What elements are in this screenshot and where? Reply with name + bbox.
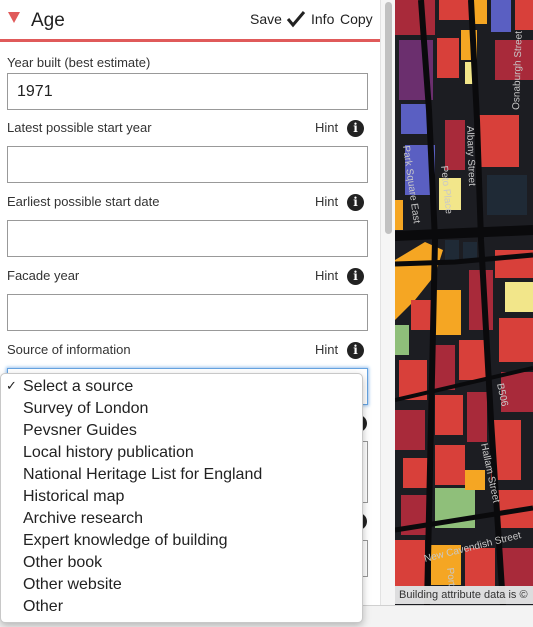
info-icon[interactable]: i <box>347 120 364 137</box>
latest-start-label: Latest possible start year <box>7 120 152 135</box>
dropdown-option[interactable]: Other website <box>23 576 122 594</box>
dropdown-option[interactable]: Expert knowledge of building <box>23 532 228 550</box>
earliest-start-input[interactable] <box>7 220 368 257</box>
map-attribution: Building attribute data is © <box>395 586 533 604</box>
year-built-label: Year built (best estimate) <box>7 55 151 70</box>
street-label: Osnaburgh Street <box>511 31 525 110</box>
street-label: Port <box>444 567 457 587</box>
info-icon[interactable]: i <box>347 268 364 285</box>
dropdown-option[interactable]: Pevsner Guides <box>23 422 137 440</box>
facade-year-hint[interactable]: Hint <box>315 268 338 283</box>
copy-button[interactable]: Copy <box>340 11 373 27</box>
source-dropdown-list[interactable]: ✓ Select a source Survey of London Pevsn… <box>0 373 363 623</box>
facade-year-label: Facade year <box>7 268 80 283</box>
map-canvas[interactable]: Albany Street Osnaburgh Street Park Squa… <box>395 0 533 605</box>
building-map[interactable]: Albany Street Osnaburgh Street Park Squa… <box>395 0 533 605</box>
panel-scrollbar[interactable] <box>380 0 395 627</box>
section-title: Age <box>31 10 65 31</box>
facade-year-input[interactable] <box>7 294 368 331</box>
info-button[interactable]: Info <box>311 11 334 27</box>
dropdown-option[interactable]: Local history publication <box>23 444 194 462</box>
latest-start-hint[interactable]: Hint <box>315 120 338 135</box>
dropdown-option[interactable]: National Heritage List for England <box>23 466 262 484</box>
latest-start-input[interactable] <box>7 146 368 183</box>
earliest-start-label: Earliest possible start date <box>7 194 160 209</box>
info-icon[interactable]: i <box>347 194 364 211</box>
source-hint[interactable]: Hint <box>315 342 338 357</box>
checkmark-icon[interactable] <box>286 10 306 28</box>
dropdown-option[interactable]: Select a source <box>23 378 133 396</box>
dropdown-option[interactable]: Historical map <box>23 488 124 506</box>
section-header: Age Save Info Copy <box>0 0 380 42</box>
dropdown-option[interactable]: Other book <box>23 554 102 572</box>
dropdown-option[interactable]: Archive research <box>23 510 143 528</box>
save-button[interactable]: Save <box>250 11 282 27</box>
dropdown-option[interactable]: Survey of London <box>23 400 148 418</box>
street-label: Albany Street <box>464 126 477 187</box>
dropdown-option[interactable]: Other <box>23 598 63 616</box>
scrollbar-thumb[interactable] <box>385 2 392 234</box>
selected-check-icon: ✓ <box>6 378 17 393</box>
collapse-triangle-icon[interactable] <box>8 12 20 23</box>
earliest-start-hint[interactable]: Hint <box>315 194 338 209</box>
source-label: Source of information <box>7 342 131 357</box>
info-icon[interactable]: i <box>347 342 364 359</box>
year-built-input[interactable] <box>7 73 368 110</box>
